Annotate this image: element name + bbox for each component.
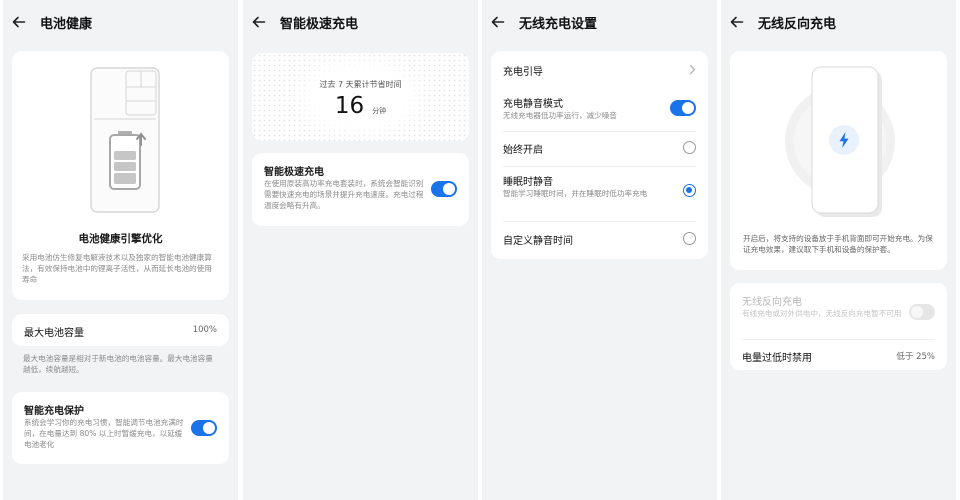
protect-toggle[interactable] [191,420,217,436]
lightning-icon [829,125,859,155]
fast-charge-screen: 智能极速充电 过去 7 天累计节省时间 16 分钟 智能极速充电 在使用原装高功… [243,0,478,500]
reverse-hint: 开启后，将支持的设备放于手机背面即可开始充电。为保证充电效果，建议取下手机和设备… [743,234,933,254]
wireless-settings-card: 充电引导 充电静音模式 无线充电器低功率运行，减少噪音 始终开启 睡眠时静音 智… [491,51,708,259]
reverse-charge-screen: 无线反向充电 开启后，将支持的设备放于手机背面即可开始充电。为保证充电效果，建议… [721,0,956,500]
arrow-left-icon [491,16,505,28]
page-title: 电池健康 [40,16,93,32]
reverse-settings-card: 无线反向充电 有线充电或对外供电中，无线反向充电暂不可用 电量过低时禁用 低于 … [730,283,947,370]
wireless-settings-screen: 无线充电设置 充电引导 充电静音模式 无线充电器低功率运行，减少噪音 始终开启 [482,0,717,500]
reverse-label: 无线反向充电 [742,297,802,308]
silent-description: 无线充电器低功率运行，减少噪音 [503,111,617,120]
always-radio[interactable] [683,141,696,154]
custom-time-row[interactable]: 自定义静音时间 [491,222,708,258]
back-button[interactable] [12,15,26,29]
silent-label: 充电静音模式 [503,99,563,110]
page-title: 无线反向充电 [758,16,837,32]
sleep-label: 睡眠时静音 [503,177,553,188]
guide-row[interactable]: 充电引导 [491,51,708,87]
low-battery-row[interactable]: 电量过低时禁用 低于 25% [730,340,947,370]
max-capacity-row: 最大电池容量 100% [12,314,229,346]
capacity-note: 最大电池容量是相对于新电池的电池容量。最大电池容量越低，续航越短。 [23,354,213,374]
silent-mode-row[interactable]: 充电静音模式 无线充电器低功率运行，减少噪音 [491,87,708,131]
always-on-row[interactable]: 始终开启 [491,132,708,166]
arrow-left-icon [730,16,744,28]
stat-value-group: 16 分钟 [252,93,469,119]
fast-charge-label: 智能极速充电 [264,167,324,178]
back-button[interactable] [252,15,266,29]
sleep-description: 智能学习睡眠时间，并在睡眠时低功率充电 [503,189,648,198]
protect-description: 系统会学习你的充电习惯，智能调节电池充满时间，在电量达到 80% 以上时暂缓充电… [24,418,184,449]
page-title: 无线充电设置 [519,16,598,32]
back-button[interactable] [491,15,505,29]
custom-radio[interactable] [683,232,696,245]
reverse-toggle[interactable] [909,304,935,320]
stat-label: 过去 7 天累计节省时间 [319,80,402,89]
reverse-charge-row[interactable]: 无线反向充电 有线充电或对外供电中，无线反向充电暂不可用 [730,283,947,339]
page-title: 智能极速充电 [280,16,359,32]
arrow-left-icon [12,16,26,28]
fast-charge-description: 在使用原装高功率充电套装时，系统会智能识别需要快速充电的场景并提升充电速度。充电… [264,179,424,210]
header: 电池健康 [3,0,238,44]
fast-charge-card[interactable]: 智能极速充电 在使用原装高功率充电套装时，系统会智能识别需要快速充电的场景并提升… [252,153,469,226]
protect-label: 智能充电保护 [24,406,84,417]
engine-title: 电池健康引擎优化 [78,233,163,245]
screens-container: 电池健康 电池健康引擎优化 采用电池仿生修复电解液技术以及独家的智能电池健康算法… [0,0,960,500]
capacity-label: 最大电池容量 [24,328,84,339]
stat-unit: 分钟 [372,107,387,115]
battery-engine-card: 电池健康引擎优化 采用电池仿生修复电解液技术以及独家的智能电池健康算法，有效保持… [12,51,229,300]
stat-value: 16 [334,93,365,119]
low-battery-label: 电量过低时禁用 [742,353,812,364]
reverse-charge-illustration-card: 开启后，将支持的设备放于手机背面即可开始充电。为保证充电效果，建议取下手机和设备… [730,51,947,270]
silent-toggle[interactable] [670,100,696,116]
header: 无线反向充电 [721,0,956,44]
capacity-value: 100% [192,325,217,335]
back-button[interactable] [730,15,744,29]
guide-label: 充电引导 [503,67,543,78]
header: 智能极速充电 [243,0,478,44]
savings-stat-card: 过去 7 天累计节省时间 16 分钟 [252,53,469,141]
custom-label: 自定义静音时间 [503,236,573,247]
fast-charge-toggle[interactable] [431,181,457,197]
engine-description: 采用电池仿生修复电解液技术以及独家的智能电池健康算法，有效保持电池中的锂离子活性… [22,253,212,284]
header: 无线充电设置 [482,0,717,44]
battery-icon [108,129,148,191]
arrow-left-icon [252,16,266,28]
low-battery-value: 低于 25% [896,352,935,362]
sleep-radio[interactable] [683,184,696,197]
battery-health-screen: 电池健康 电池健康引擎优化 采用电池仿生修复电解液技术以及独家的智能电池健康算法… [3,0,238,500]
chevron-right-icon [689,64,696,75]
reverse-description: 有线充电或对外供电中，无线反向充电暂不可用 [742,309,902,318]
smart-protect-card[interactable]: 智能充电保护 系统会学习你的充电习惯，智能调节电池充满时间，在电量达到 80% … [12,392,229,464]
always-label: 始终开启 [503,145,543,156]
sleep-silent-row[interactable]: 睡眠时静音 智能学习睡眠时间，并在睡眠时低功率充电 [491,167,708,221]
